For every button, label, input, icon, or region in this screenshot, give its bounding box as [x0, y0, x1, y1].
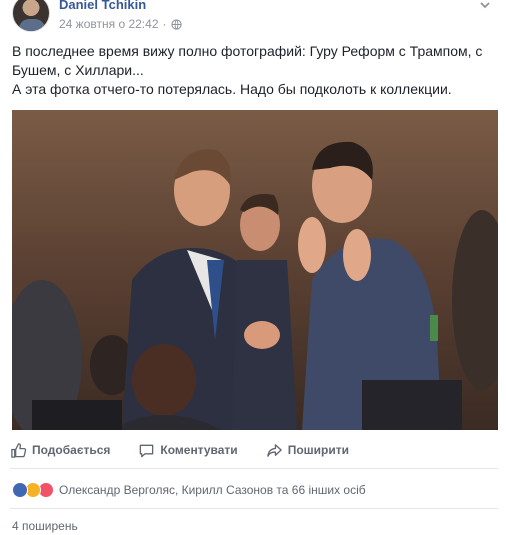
comment-icon [140, 444, 154, 457]
share-button[interactable]: Поширити [266, 442, 349, 459]
comment-button[interactable]: Коментувати [138, 442, 238, 459]
post-text-line: Бушем, с Хиллари... [12, 62, 144, 78]
post-text: В последнее время вижу полно фотографий:… [12, 42, 496, 99]
globe-icon[interactable] [170, 18, 182, 30]
thumbs-up-icon [11, 442, 27, 458]
comment-label: Коментувати [160, 443, 238, 457]
like-button[interactable]: Подобається [10, 442, 110, 459]
facebook-post: Daniel Tchikin 24 жовтня о 22:42 · В пос… [0, 0, 506, 535]
post-header: Daniel Tchikin 24 жовтня о 22:42 · [12, 0, 492, 36]
divider [10, 508, 498, 509]
reactions-summary[interactable]: Олександр Верголяс, Кирилл Сазонов та 66… [12, 480, 366, 500]
chevron-down-icon[interactable] [478, 0, 492, 12]
post-text-line: А эта фотка отчего-то потерялась. Надо б… [12, 81, 452, 97]
reaction-names[interactable]: Олександр Верголяс, Кирилл Сазонов та 66… [59, 483, 366, 497]
timestamp[interactable]: 24 жовтня о 22:42 [59, 17, 159, 31]
post-photo[interactable] [12, 110, 498, 430]
avatar[interactable] [12, 0, 50, 32]
shares-count[interactable]: 4 поширень [12, 519, 78, 533]
author-name[interactable]: Daniel Tchikin [59, 0, 146, 12]
like-icon [12, 482, 28, 498]
share-icon [266, 443, 282, 457]
share-label: Поширити [287, 443, 349, 457]
photo-illustration [12, 110, 498, 430]
post-meta: 24 жовтня о 22:42 · [59, 17, 182, 31]
post-text-line: В последнее время вижу полно фотографий:… [12, 43, 483, 59]
action-bar: Подобається Коментувати Поширити [10, 436, 498, 464]
like-label: Подобається [32, 443, 111, 457]
divider [10, 468, 498, 469]
